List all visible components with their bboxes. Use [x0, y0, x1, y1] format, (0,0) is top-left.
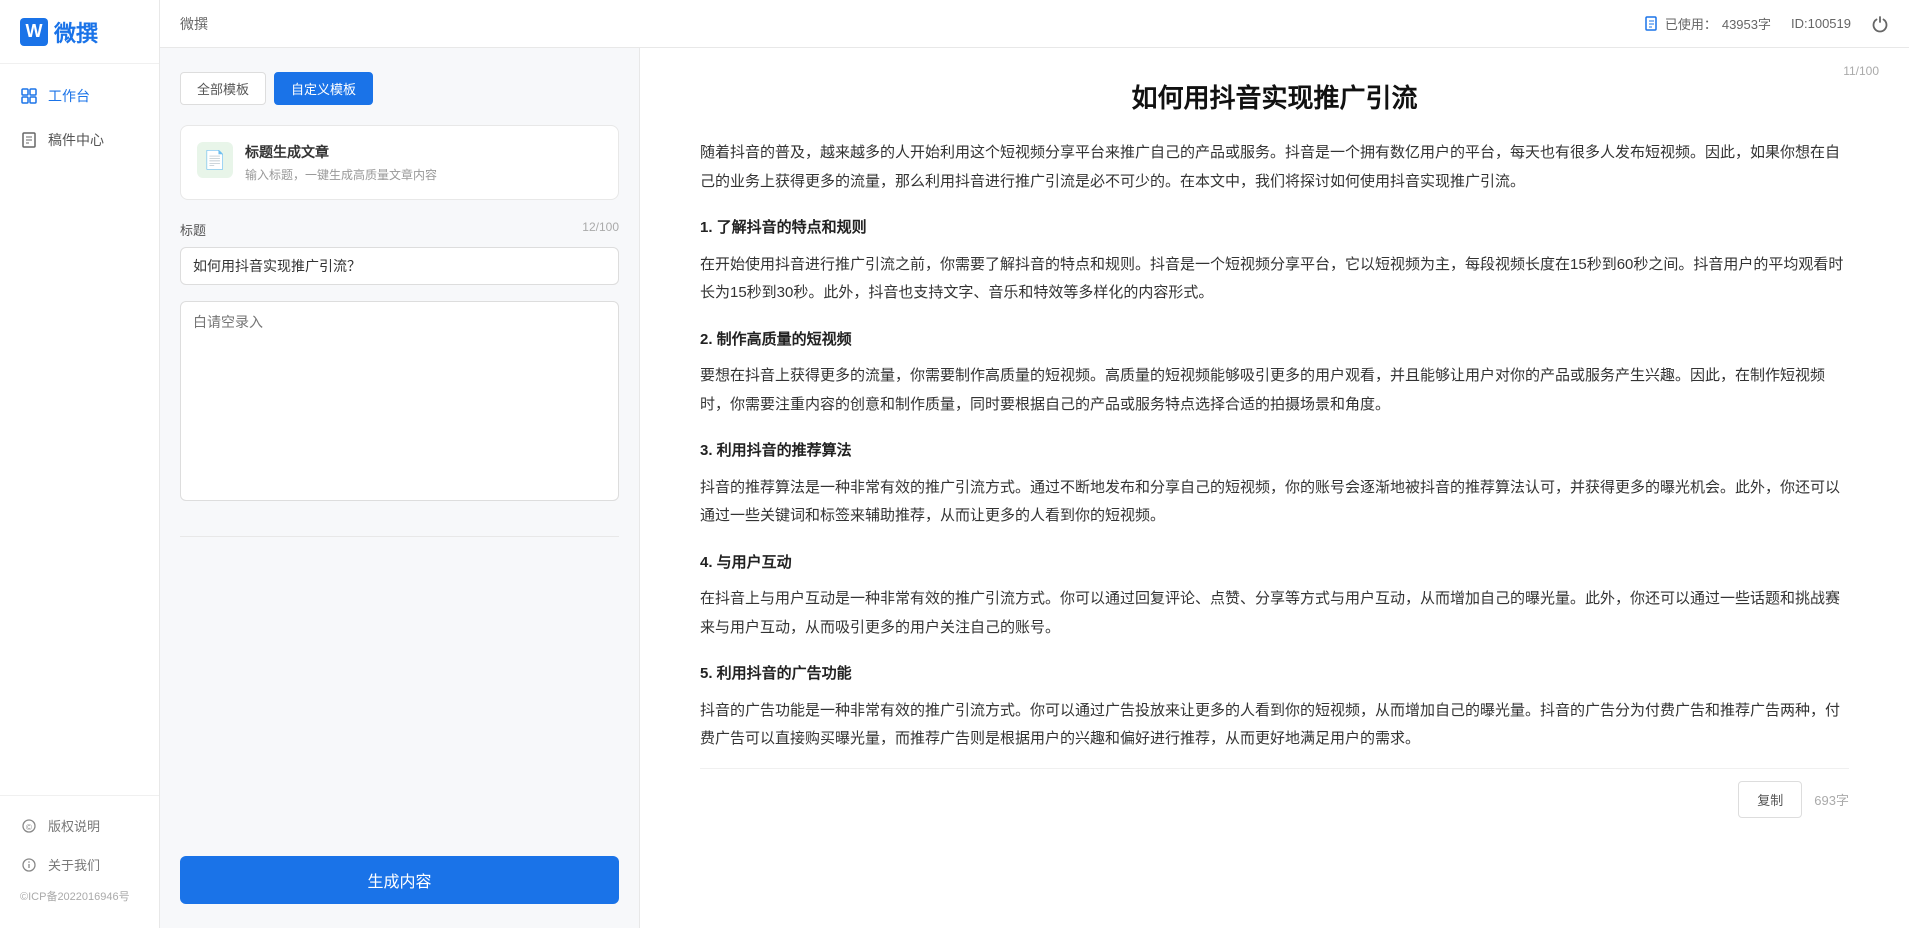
sidebar-item-workbench[interactable]: 工作台: [0, 74, 159, 118]
doc-footer: 复制 693字: [700, 768, 1849, 818]
section-1-body: 在开始使用抖音进行推广引流之前，你需要了解抖音的特点和规则。抖音是一个短视频分享…: [700, 251, 1849, 308]
form-divider: [180, 536, 619, 537]
about-label: 关于我们: [48, 855, 100, 874]
section-2-body: 要想在抖音上获得更多的流量，你需要制作高质量的短视频。高质量的短视频能够吸引更多…: [700, 362, 1849, 419]
title-char-count: 12/100: [582, 220, 619, 239]
title-input[interactable]: [180, 247, 619, 285]
section-1-heading: 1. 了解抖音的特点和规则: [700, 214, 1849, 243]
title-field-label: 标题: [180, 220, 206, 239]
title-label-row: 标题 12/100: [180, 220, 619, 239]
tab-all-templates[interactable]: 全部模板: [180, 72, 266, 105]
content-form-section: [180, 301, 619, 504]
sidebar: W 微撰 工作台: [0, 0, 160, 928]
beian-text: ©ICP备2022016946号: [0, 884, 159, 908]
sidebar-footer: © 版权说明 关于我们 ©ICP备2022016946号: [0, 795, 159, 928]
about-icon: [20, 856, 38, 874]
section-2-heading: 2. 制作高质量的短视频: [700, 326, 1849, 355]
copyright-label: 版权说明: [48, 816, 100, 835]
template-card-description: 输入标题，一键生成高质量文章内容: [245, 166, 437, 183]
logo-area: W 微撰: [0, 0, 159, 64]
page-number: 11/100: [1843, 64, 1879, 78]
document-icon: [1644, 16, 1660, 32]
template-card-title: 标题生成文章: [245, 142, 437, 162]
sidebar-item-copyright[interactable]: © 版权说明: [0, 806, 159, 845]
used-count: 43953字: [1722, 14, 1771, 33]
section-3-heading: 3. 利用抖音的推荐算法: [700, 437, 1849, 466]
sidebar-item-about[interactable]: 关于我们: [0, 845, 159, 884]
section-3-body: 抖音的推荐算法是一种非常有效的推广引流方式。通过不断地发布和分享自己的短视频，你…: [700, 474, 1849, 531]
drafts-label: 稿件中心: [48, 130, 104, 150]
content-textarea[interactable]: [180, 301, 619, 501]
workbench-label: 工作台: [48, 86, 90, 106]
title-form-section: 标题 12/100: [180, 220, 619, 285]
tab-custom-templates[interactable]: 自定义模板: [274, 72, 373, 105]
doc-intro: 随着抖音的普及，越来越多的人开始利用这个短视频分享平台来推广自己的产品或服务。抖…: [700, 139, 1849, 196]
logo: W 微撰: [20, 16, 98, 48]
main-layout: 全部模板 自定义模板 📄 标题生成文章 输入标题，一键生成高质量文章内容 标题 …: [160, 48, 1909, 928]
word-count: 693字: [1814, 790, 1849, 809]
template-card: 📄 标题生成文章 输入标题，一键生成高质量文章内容: [180, 125, 619, 200]
drafts-icon: [20, 131, 38, 149]
sidebar-item-drafts[interactable]: 稿件中心: [0, 118, 159, 162]
copyright-icon: ©: [20, 817, 38, 835]
logo-w: W: [20, 18, 48, 46]
left-panel: 全部模板 自定义模板 📄 标题生成文章 输入标题，一键生成高质量文章内容 标题 …: [160, 48, 640, 928]
template-info: 标题生成文章 输入标题，一键生成高质量文章内容: [245, 142, 437, 183]
svg-text:©: ©: [26, 823, 32, 832]
used-info: 已使用： 43953字: [1644, 14, 1771, 33]
document-title: 如何用抖音实现推广引流: [700, 78, 1849, 115]
header: 微撰 已使用： 43953字 ID:100519: [0, 0, 1909, 48]
header-title: 微撰: [180, 14, 208, 34]
section-4-heading: 4. 与用户互动: [700, 549, 1849, 578]
section-4-body: 在抖音上与用户互动是一种非常有效的推广引流方式。你可以通过回复评论、点赞、分享等…: [700, 585, 1849, 642]
generate-button[interactable]: 生成内容: [180, 856, 619, 904]
logo-label: 微撰: [54, 16, 98, 48]
document-body: 随着抖音的普及，越来越多的人开始利用这个短视频分享平台来推广自己的产品或服务。抖…: [700, 139, 1849, 754]
template-card-icon: 📄: [197, 142, 233, 178]
section-5-heading: 5. 利用抖音的广告功能: [700, 660, 1849, 689]
power-icon[interactable]: [1871, 15, 1889, 33]
header-right: 已使用： 43953字 ID:100519: [1644, 14, 1889, 33]
user-id: ID:100519: [1791, 16, 1851, 31]
template-tabs: 全部模板 自定义模板: [180, 72, 619, 105]
used-label: 已使用：: [1665, 14, 1717, 33]
copy-button[interactable]: 复制: [1738, 781, 1802, 818]
sidebar-nav: 工作台 稿件中心: [0, 64, 159, 795]
section-5-body: 抖音的广告功能是一种非常有效的推广引流方式。你可以通过广告投放来让更多的人看到你…: [700, 697, 1849, 754]
right-panel: 11/100 如何用抖音实现推广引流 随着抖音的普及，越来越多的人开始利用这个短…: [640, 48, 1909, 928]
workbench-icon: [20, 87, 38, 105]
